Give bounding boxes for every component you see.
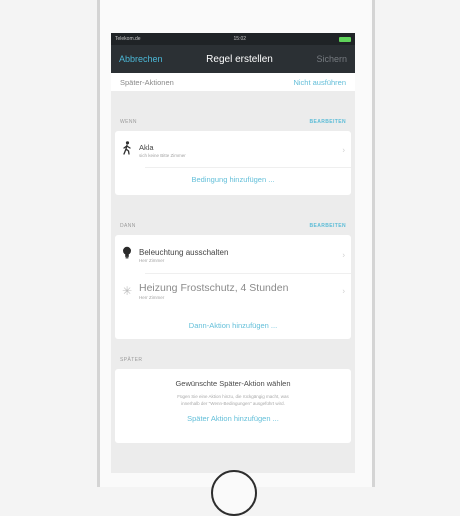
cancel-button[interactable]: Abbrechen xyxy=(119,54,163,64)
add-then-action-link[interactable]: Dann-Aktion hinzufügen ... xyxy=(115,321,351,330)
divider xyxy=(145,273,351,274)
later-actions-row[interactable]: Später-Aktionen Nicht ausführen xyxy=(111,73,355,91)
later-section-header: SPÄTER xyxy=(111,353,355,367)
add-condition-link[interactable]: Bedingung hinzufügen ... xyxy=(115,175,351,184)
later-actions-value[interactable]: Nicht ausführen xyxy=(293,78,346,87)
clock-label: 15:02 xyxy=(233,36,247,42)
status-bar: Telekom.de 15:02 xyxy=(111,33,355,45)
home-button[interactable] xyxy=(211,470,257,516)
later-card-description-line1: Fügen Sie eine Aktion hinzu, die rückgän… xyxy=(177,394,289,399)
then-action-item[interactable]: ✳ Heizung Frostschutz, 4 Stunden Herr Zi… xyxy=(115,277,351,305)
then-action-title: Beleuchtung ausschalten xyxy=(139,247,229,257)
battery-icon xyxy=(339,36,351,42)
when-condition-title: Akla xyxy=(139,142,154,152)
then-action-title: Heizung Frostschutz, 4 Stunden xyxy=(139,282,289,294)
later-card-description-line2: innerhalb der "Wenn-Bedingungen" ausgefü… xyxy=(181,401,285,406)
later-header-label: SPÄTER xyxy=(120,357,143,363)
carrier-label: Telekom.de xyxy=(115,36,141,42)
when-condition-item[interactable]: Akla sich keine Bitte Zimmer › xyxy=(115,137,351,163)
later-card-title: Gewünschte Später-Aktion wählen xyxy=(175,379,291,388)
divider xyxy=(145,167,351,168)
add-later-action-link[interactable]: Später Aktion hinzufügen ... xyxy=(115,414,351,423)
when-edit-button[interactable]: BEARBEITEN xyxy=(309,119,346,125)
chevron-right-icon: › xyxy=(342,145,345,155)
then-header-label: DANN xyxy=(120,223,136,229)
lightbulb-icon xyxy=(115,246,139,264)
when-card: Akla sich keine Bitte Zimmer › Bedingung… xyxy=(115,131,351,195)
when-condition-subtitle: sich keine Bitte Zimmer xyxy=(139,152,186,158)
then-section-header: DANN BEARBEITEN xyxy=(111,219,355,233)
walking-person-icon xyxy=(115,140,139,160)
then-action-subtitle: Herr Zimmer xyxy=(139,295,165,300)
nav-bar: Abbrechen Regel erstellen Sichern xyxy=(111,45,355,73)
when-section-header: WENN BEARBEITEN xyxy=(111,115,355,129)
then-card: Beleuchtung ausschalten Herr Zimmer › ✳ … xyxy=(115,235,351,339)
then-action-item[interactable]: Beleuchtung ausschalten Herr Zimmer › xyxy=(115,241,351,269)
save-button[interactable]: Sichern xyxy=(316,54,347,64)
app-screen: Telekom.de 15:02 Abbrechen Regel erstell… xyxy=(111,33,355,473)
chevron-right-icon: › xyxy=(342,286,345,296)
later-card: Gewünschte Später-Aktion wählen Fügen Si… xyxy=(115,369,351,443)
then-action-subtitle: Herr Zimmer xyxy=(139,257,165,263)
chevron-right-icon: › xyxy=(342,250,345,260)
snowflake-icon: ✳ xyxy=(121,284,133,298)
later-actions-label: Später-Aktionen xyxy=(120,77,174,87)
then-edit-button[interactable]: BEARBEITEN xyxy=(309,223,346,229)
when-header-label: WENN xyxy=(120,119,137,125)
page-title: Regel erstellen xyxy=(206,53,273,65)
